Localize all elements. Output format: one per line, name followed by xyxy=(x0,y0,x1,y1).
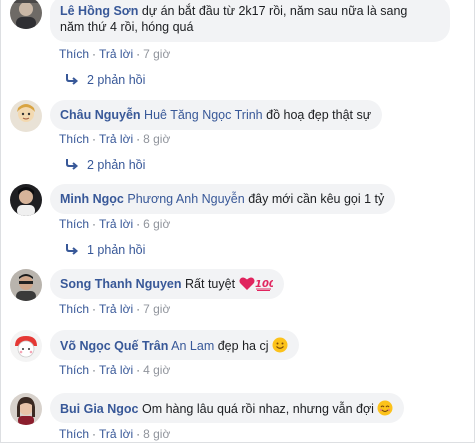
smiling-face-icon xyxy=(272,337,288,357)
avatar[interactable] xyxy=(10,269,42,301)
like-link[interactable]: Thích xyxy=(59,427,89,441)
reply-link[interactable]: Trả lời xyxy=(99,132,133,146)
mention-link[interactable]: An Lam xyxy=(171,339,214,353)
separator-dot: · xyxy=(136,427,141,441)
comment-text: đẹp ha cj xyxy=(217,339,269,353)
replies-count: 2 phản hồi xyxy=(87,158,146,172)
separator-dot: · xyxy=(136,217,141,231)
separator-dot: · xyxy=(136,302,141,316)
comment-author[interactable]: Lê Hồng Sơn xyxy=(60,4,138,18)
reply-link[interactable]: Trả lời xyxy=(99,363,133,377)
separator-dot: · xyxy=(136,363,141,377)
comment-timestamp[interactable]: 8 giờ xyxy=(143,427,170,441)
reply-link[interactable]: Trả lời xyxy=(99,47,133,61)
avatar-photo-icon xyxy=(10,330,42,362)
comment-actions: Thích · Trả lời · 8 giờ xyxy=(59,132,170,146)
separator-dot: · xyxy=(92,47,97,61)
avatar[interactable] xyxy=(10,100,42,132)
comment-timestamp[interactable]: 7 giờ xyxy=(143,47,170,61)
reply-link[interactable]: Trả lời xyxy=(99,302,133,316)
separator-dot: · xyxy=(92,217,97,231)
view-replies-link[interactable]: 2 phản hồi xyxy=(65,73,145,87)
reply-arrow-icon xyxy=(66,159,79,170)
red-heart-icon xyxy=(239,276,255,295)
avatar-photo-icon xyxy=(10,100,42,132)
like-link[interactable]: Thích xyxy=(59,47,89,61)
hundred-points-icon: 100 xyxy=(255,276,275,295)
comment-author[interactable]: Bui Gia Ngoc xyxy=(60,402,138,416)
avatar-photo-icon xyxy=(10,184,42,216)
comment-actions: Thích · Trả lời · 8 giờ xyxy=(59,427,170,441)
reply-arrow-icon xyxy=(66,74,79,85)
like-link[interactable]: Thích xyxy=(59,363,89,377)
comment-actions: Thích · Trả lời · 4 giờ xyxy=(59,363,170,377)
separator-dot: · xyxy=(92,363,97,377)
comment-text: đây mới cần kêu gọi 1 tỷ xyxy=(248,192,385,206)
comment-author[interactable]: Châu Nguyễn xyxy=(60,108,141,122)
comment-text: Om hàng lâu quá rồi nhaz, nhưng vẫn đợi xyxy=(141,402,374,416)
comment-timestamp[interactable]: 6 giờ xyxy=(143,217,170,231)
comment-author[interactable]: Song Thanh Nguyen xyxy=(60,277,182,291)
comment-timestamp[interactable]: 8 giờ xyxy=(143,132,170,146)
comment-text: đồ hoạ đẹp thật sự xyxy=(266,108,372,122)
comment-author[interactable]: Võ Ngọc Quế Trân xyxy=(60,339,168,353)
comment-actions: Thích · Trả lời · 7 giờ xyxy=(59,47,170,61)
avatar[interactable] xyxy=(10,330,42,362)
avatar[interactable] xyxy=(10,184,42,216)
comment-text-continued: năm thứ 4 rồi, hóng quá xyxy=(60,20,194,34)
comment-text: Rất tuyệt xyxy=(185,277,236,291)
avatar-photo-icon xyxy=(10,393,42,425)
svg-text:100: 100 xyxy=(255,279,273,290)
like-link[interactable]: Thích xyxy=(59,217,89,231)
replies-count: 1 phản hồi xyxy=(87,243,146,257)
like-link[interactable]: Thích xyxy=(59,132,89,146)
reply-link[interactable]: Trả lời xyxy=(99,427,133,441)
mention-link[interactable]: Huê Tăng Ngọc Trinh xyxy=(144,108,263,122)
comment-timestamp[interactable]: 4 giờ xyxy=(143,363,170,377)
comment-bubble: Minh Ngọc Phương Anh Nguyễn đây mới cần … xyxy=(50,184,396,214)
comment-text: dự án bắt đầu từ 2k17 rồi, năm sau nữa l… xyxy=(141,4,408,18)
comment-author[interactable]: Minh Ngọc xyxy=(60,192,124,206)
like-link[interactable]: Thích xyxy=(59,302,89,316)
avatar-photo-icon xyxy=(10,269,42,301)
avatar[interactable] xyxy=(10,393,42,425)
comment-bubble: Bui Gia Ngoc Om hàng lâu quá rồi nhaz, n… xyxy=(50,393,405,423)
mention-link[interactable]: Phương Anh Nguyễn xyxy=(127,192,244,206)
reply-arrow-icon xyxy=(66,244,79,255)
view-replies-link[interactable]: 2 phản hồi xyxy=(65,158,145,172)
comment-actions: Thích · Trả lời · 6 giờ xyxy=(59,217,170,231)
separator-dot: · xyxy=(136,47,141,61)
comment-actions: Thích · Trả lời · 7 giờ xyxy=(59,302,170,316)
comment-bubble: Châu Nguyễn Huê Tăng Ngọc Trinh đồ hoạ đ… xyxy=(50,100,383,130)
comment-bubble: Lê Hồng Sơn dự án bắt đầu từ 2k17 rồi, n… xyxy=(50,0,450,42)
separator-dot: · xyxy=(92,427,97,441)
replies-count: 2 phản hồi xyxy=(87,73,146,87)
reply-link[interactable]: Trả lời xyxy=(99,217,133,231)
separator-dot: · xyxy=(92,302,97,316)
separator-dot: · xyxy=(92,132,97,146)
comment-bubble: Võ Ngọc Quế Trân An Lam đẹp ha cj xyxy=(50,330,299,360)
separator-dot: · xyxy=(136,132,141,146)
comment-timestamp[interactable]: 7 giờ xyxy=(143,302,170,316)
smiling-face-icon xyxy=(377,400,393,420)
comment-bubble: Song Thanh Nguyen Rất tuyệt 100 xyxy=(50,269,284,299)
view-replies-link[interactable]: 1 phản hồi xyxy=(65,243,145,257)
